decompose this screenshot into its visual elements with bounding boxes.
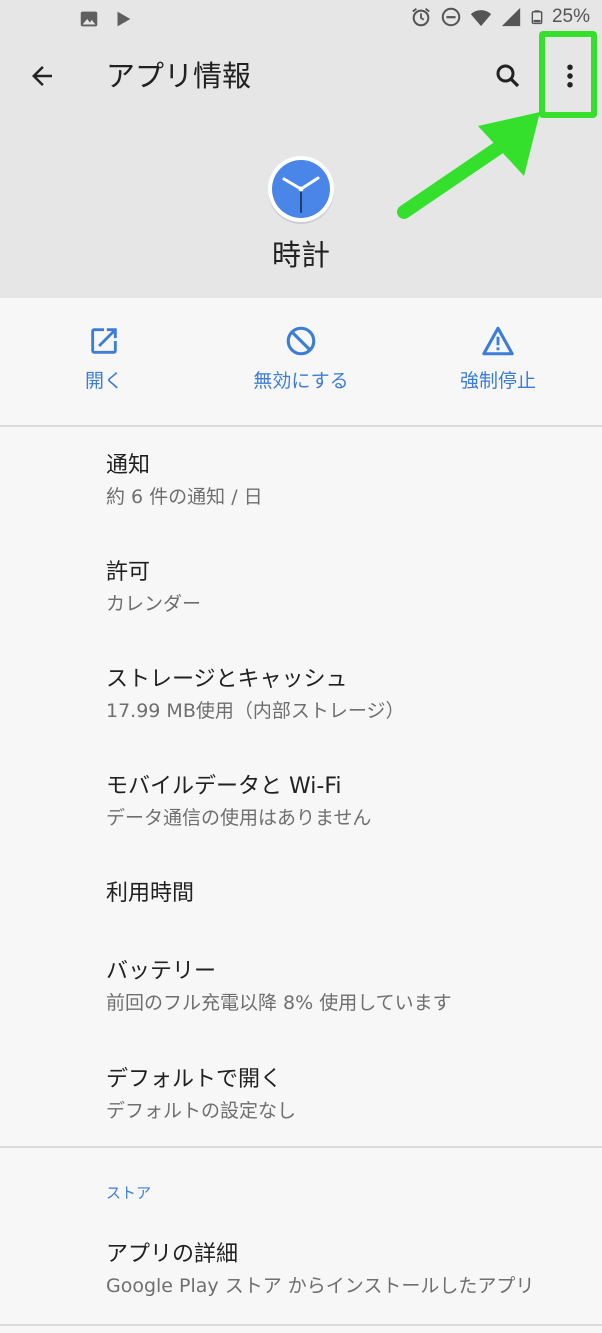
app-name: 時計 [271,238,330,272]
settings-item-open-by-default[interactable]: デフォルトで開く デフォルトの設定なし [106,1066,296,1124]
clock-app-icon [268,156,334,224]
open-button[interactable]: 開く [4,324,204,393]
item-title: ストレージとキャッシュ [106,667,348,692]
item-subtitle: 約 6 件の通知 / 日 [106,486,263,508]
disable-label: 無効にする [253,370,349,392]
settings-item-notifications[interactable]: 通知 約 6 件の通知 / 日 [106,452,263,510]
force-stop-button[interactable]: 強制停止 [398,324,598,393]
pointer-arrow-icon [397,112,540,219]
item-subtitle: カレンダー [106,593,202,615]
alarm-icon [412,8,430,27]
disable-button[interactable]: 無効にする [201,324,401,393]
image-icon [80,11,98,27]
settings-item-permissions[interactable]: 許可 カレンダー [106,559,201,617]
arrow-back-icon [32,66,52,86]
item-subtitle: デフォルトの設定なし [106,1100,297,1122]
page-title: アプリ情報 [106,59,252,93]
item-title: アプリの詳細 [106,1242,239,1267]
section-label-store: ストア [106,1184,152,1202]
play-icon [117,11,131,27]
divider [0,1146,602,1148]
item-title: 通知 [106,453,151,478]
app-info-header: 25% アプリ情報 時計 [0,0,602,298]
battery-icon [531,10,543,25]
warning-icon [482,326,514,356]
do-not-disturb-icon [441,7,461,27]
divider [0,425,602,427]
item-subtitle: データ通信の使用はありません [106,807,372,829]
item-title: バッテリー [106,959,217,984]
signal-icon [501,7,521,27]
settings-item-app-details[interactable]: アプリの詳細 Google Play ストア からインストールしたアプリ [106,1241,534,1299]
highlight-box [539,31,597,118]
settings-item-storage[interactable]: ストレージとキャッシュ 17.99 MB使用（内部ストレージ） [106,666,404,724]
wifi-icon [470,10,492,27]
settings-item-battery[interactable]: バッテリー 前回のフル充電以降 8% 使用しています [106,958,452,1016]
search-button[interactable] [488,56,528,96]
item-subtitle: 17.99 MB使用（内部ストレージ） [106,700,405,722]
divider [0,1324,602,1326]
item-subtitle: Google Play ストア からインストールしたアプリ [106,1275,535,1297]
item-title: 許可 [106,560,151,585]
item-title: モバイルデータと Wi-Fi [106,774,342,799]
disable-icon [286,326,316,356]
settings-item-screen-time[interactable]: 利用時間 [106,880,194,908]
item-title: デフォルトで開く [106,1067,283,1092]
search-icon [496,64,520,88]
item-title: 利用時間 [106,881,195,906]
back-button[interactable] [22,56,62,96]
open-in-new-icon [91,328,117,354]
status-bar: 25% [0,0,602,36]
settings-item-mobile-data[interactable]: モバイルデータと Wi-Fi データ通信の使用はありません [106,773,371,831]
item-subtitle: 前回のフル充電以降 8% 使用しています [106,992,452,1014]
force-stop-label: 強制停止 [459,370,536,392]
action-bar: 開く 無効にする 強制停止 [0,298,602,426]
open-label: 開く [84,370,123,392]
battery-percent: 25% [551,6,590,27]
